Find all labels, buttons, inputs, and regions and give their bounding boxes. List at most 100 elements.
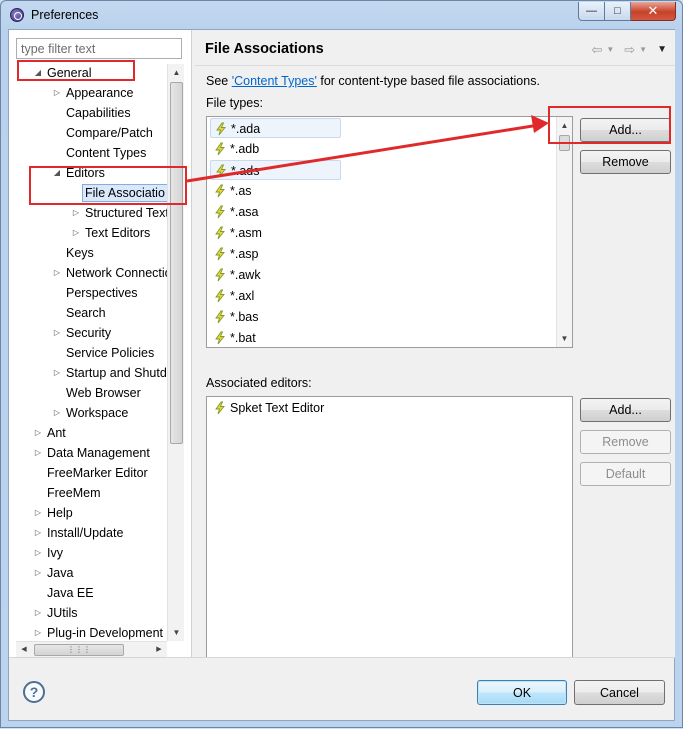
file-types-list[interactable]: ▲ ▼ *.ada *.adb *.ads *.as *.asa *.asm *.asp *.… <box>206 116 573 348</box>
tree-item[interactable]: ▷ Network Connectio <box>9 264 167 282</box>
file-type-row[interactable]: *.axl <box>210 286 410 306</box>
list-scroll-up-icon[interactable]: ▲ <box>557 117 572 134</box>
collapsed-triangle-icon[interactable]: ▷ <box>33 624 43 641</box>
tree-item[interactable]: Java EE <box>9 584 167 602</box>
collapsed-triangle-icon[interactable]: ▷ <box>33 424 43 442</box>
help-icon[interactable]: ? <box>23 681 45 703</box>
file-type-row[interactable]: *.asm <box>210 223 410 243</box>
tree-item[interactable]: ▷ JUtils <box>9 604 167 622</box>
tree-item[interactable]: ▷ Ivy <box>9 544 167 562</box>
collapsed-triangle-icon[interactable]: ▷ <box>33 444 43 462</box>
lightning-file-icon <box>215 226 225 240</box>
file-type-row[interactable]: *.adb <box>210 139 410 159</box>
tree-item-label: Network Connectio <box>66 266 167 280</box>
tree-item-label: Keys <box>66 246 94 260</box>
tree-item[interactable]: ▷ Security <box>9 324 167 342</box>
tree-item-label: Help <box>47 506 73 520</box>
tree-item[interactable]: File Associatio <box>9 184 167 202</box>
file-type-row[interactable]: *.asp <box>210 244 410 264</box>
collapsed-triangle-icon[interactable]: ▷ <box>52 84 62 102</box>
tree-item[interactable]: ▷ Text Editors <box>9 224 167 242</box>
forward-menu-chevron-icon[interactable]: ▼ <box>639 45 647 58</box>
tree-item[interactable]: ▷ Install/Update <box>9 524 167 542</box>
tree-item[interactable]: ▷ Java <box>9 564 167 582</box>
scroll-down-arrow-icon[interactable]: ▼ <box>168 624 185 641</box>
collapsed-triangle-icon[interactable]: ▷ <box>71 204 81 222</box>
tree-scroll-thumb[interactable] <box>170 82 183 444</box>
content-types-link[interactable]: 'Content Types' <box>232 74 317 88</box>
tree-item[interactable]: FreeMem <box>9 484 167 502</box>
tree-hscroll-thumb[interactable]: ⋮⋮⋮ <box>34 644 124 656</box>
tree-item[interactable]: ▷ Help <box>9 504 167 522</box>
collapsed-triangle-icon[interactable]: ▷ <box>52 264 62 282</box>
collapsed-triangle-icon[interactable]: ▷ <box>33 604 43 622</box>
collapsed-triangle-icon[interactable]: ▷ <box>33 504 43 522</box>
tree-vertical-scrollbar[interactable]: ▲ ▼ <box>167 64 184 641</box>
filter-input[interactable] <box>16 38 182 59</box>
minimize-button[interactable]: — <box>578 2 605 21</box>
file-types-scroll-thumb[interactable] <box>559 135 570 151</box>
default-editor-button[interactable]: Default <box>580 462 671 486</box>
tree-item[interactable]: Content Types <box>9 144 167 162</box>
file-type-row[interactable]: *.awk <box>210 265 410 285</box>
tree-item[interactable]: ▷ Ant <box>9 424 167 442</box>
title-bar: Preferences — □ ✕ <box>1 1 682 29</box>
tree-item[interactable]: ▷ Data Management <box>9 444 167 462</box>
collapsed-triangle-icon[interactable]: ▷ <box>33 524 43 542</box>
tree-item[interactable]: Search <box>9 304 167 322</box>
associated-editors-list[interactable]: Spket Text Editor <box>206 396 573 658</box>
file-type-row[interactable]: *.asa <box>210 202 410 222</box>
scroll-right-arrow-icon[interactable]: ▶ <box>151 641 167 658</box>
tree-item[interactable]: Perspectives <box>9 284 167 302</box>
close-button[interactable]: ✕ <box>631 2 676 21</box>
file-type-row[interactable]: *.as <box>210 181 410 201</box>
scroll-left-arrow-icon[interactable]: ◀ <box>16 641 32 658</box>
scroll-up-arrow-icon[interactable]: ▲ <box>168 64 185 81</box>
editor-row[interactable]: Spket Text Editor <box>210 398 410 418</box>
collapsed-triangle-icon[interactable]: ▷ <box>52 364 62 382</box>
collapsed-triangle-icon[interactable]: ▷ <box>71 224 81 242</box>
note-suffix: for content-type based file associations… <box>316 74 540 88</box>
list-scroll-down-icon[interactable]: ▼ <box>557 330 572 347</box>
collapsed-triangle-icon[interactable]: ▷ <box>52 324 62 342</box>
tree-item[interactable]: FreeMarker Editor <box>9 464 167 482</box>
tree-horizontal-scrollbar[interactable]: ◀ ⋮⋮⋮ ▶ <box>16 641 167 657</box>
tree-item[interactable]: ▷ Appearance <box>9 84 167 102</box>
expanded-triangle-icon[interactable]: ◢ <box>52 164 62 182</box>
tree-item[interactable]: Service Policies <box>9 344 167 362</box>
remove-editor-button[interactable]: Remove <box>580 430 671 454</box>
lightning-file-icon <box>215 268 225 282</box>
tree-item[interactable]: ▷ Structured Text <box>9 204 167 222</box>
tree-item[interactable]: Capabilities <box>9 104 167 122</box>
title-separator <box>195 65 675 66</box>
tree-item[interactable]: Compare/Patch <box>9 124 167 142</box>
ok-button[interactable]: OK <box>477 680 567 705</box>
add-editor-button[interactable]: Add... <box>580 398 671 422</box>
cancel-button[interactable]: Cancel <box>574 680 665 705</box>
collapsed-triangle-icon[interactable]: ▷ <box>33 564 43 582</box>
tree-item[interactable]: ◢ Editors <box>9 164 167 182</box>
forward-arrow-icon[interactable]: ⇨ <box>624 42 635 58</box>
tree-item[interactable]: ▷ Startup and Shutd <box>9 364 167 382</box>
remove-file-type-button[interactable]: Remove <box>580 150 671 174</box>
file-type-row[interactable]: *.ads <box>210 160 341 180</box>
tree-item[interactable]: ▷ Plug-in Development <box>9 624 167 641</box>
file-types-scrollbar[interactable]: ▲ ▼ <box>556 117 572 347</box>
tree-item[interactable]: ▷ Workspace <box>9 404 167 422</box>
tree-item[interactable]: Web Browser <box>9 384 167 402</box>
view-menu-icon[interactable]: ▼ <box>657 44 667 58</box>
collapsed-triangle-icon[interactable]: ▷ <box>52 404 62 422</box>
file-type-label: *.asp <box>230 247 259 261</box>
maximize-button[interactable]: □ <box>605 2 631 21</box>
back-arrow-icon[interactable]: ⇦ <box>591 42 602 58</box>
collapsed-triangle-icon[interactable]: ▷ <box>33 544 43 562</box>
file-type-row[interactable]: *.ada <box>210 118 341 138</box>
expanded-triangle-icon[interactable]: ◢ <box>33 64 43 82</box>
lightning-file-icon <box>215 331 225 345</box>
tree-item[interactable]: ◢ General <box>9 64 167 82</box>
file-type-row[interactable]: *.bat <box>210 328 410 348</box>
file-type-row[interactable]: *.bas <box>210 307 410 327</box>
add-file-type-button[interactable]: Add... <box>580 118 671 142</box>
back-menu-chevron-icon[interactable]: ▼ <box>606 45 614 58</box>
tree-item[interactable]: Keys <box>9 244 167 262</box>
